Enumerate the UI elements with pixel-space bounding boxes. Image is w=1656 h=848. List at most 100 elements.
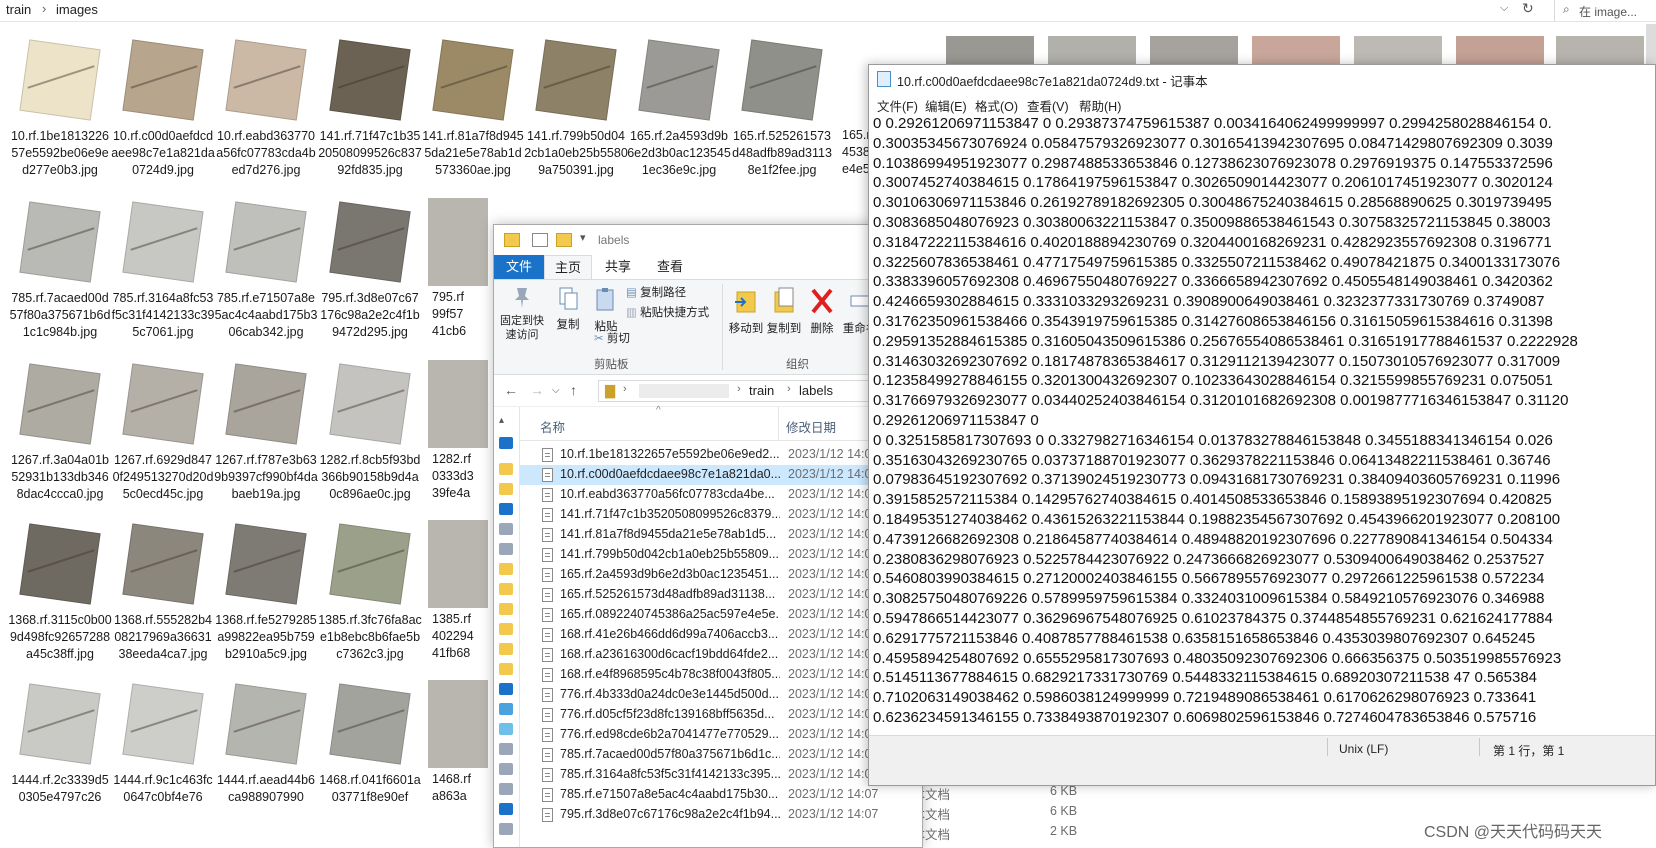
column-name[interactable]: 名称 bbox=[540, 417, 565, 436]
thumbnail-partial[interactable] bbox=[428, 680, 488, 768]
pin-quick-access-button[interactable]: 固定到快速访问 bbox=[498, 286, 546, 342]
address-dropdown-icon[interactable]: ⌵ bbox=[1500, 2, 1508, 15]
file-row[interactable]: 165.rf.0892240745386a25ac597e4e5e... 2023… bbox=[520, 605, 922, 625]
file-row[interactable]: 776.rf.4b333d0a24dc0e3e1445d500d... 2023/… bbox=[520, 685, 922, 705]
breadcrumb-labels[interactable]: labels bbox=[799, 383, 833, 398]
address-bar[interactable]: train › images ⌵ ↻ ⌕ 在 image... bbox=[0, 0, 1656, 22]
thumbnail-partial[interactable] bbox=[1354, 36, 1442, 66]
customize-toolbar-icon[interactable]: ▾ bbox=[580, 231, 586, 244]
folder-icon[interactable] bbox=[499, 663, 513, 675]
refresh-icon[interactable]: ↻ bbox=[1522, 0, 1534, 17]
paste-shortcut-button[interactable]: ▥ 粘贴快捷方式 bbox=[626, 304, 709, 320]
notepad-icon bbox=[877, 71, 891, 87]
documents-icon[interactable] bbox=[499, 783, 513, 795]
thumbnail-image bbox=[16, 198, 104, 286]
text-editor[interactable]: 0 0.29261206971153847 0 0.29387374759615… bbox=[873, 115, 1655, 735]
thumbnail-partial[interactable] bbox=[428, 520, 488, 608]
tab-view[interactable]: 查看 bbox=[646, 255, 694, 279]
thumbnail-partial[interactable] bbox=[1048, 36, 1136, 66]
search-box[interactable]: ⌕ 在 image... bbox=[1554, 0, 1656, 21]
thumbnail-partial[interactable] bbox=[428, 360, 488, 448]
download-icon[interactable] bbox=[499, 503, 513, 515]
forward-arrow-icon[interactable]: → bbox=[530, 382, 544, 398]
up-arrow-icon[interactable]: ↑ bbox=[570, 382, 577, 398]
properties-icon[interactable] bbox=[532, 233, 548, 247]
file-row[interactable]: 10.rf.eabd363770a56fc07783cda4be... 2023/… bbox=[520, 485, 922, 505]
delete-button[interactable]: 删除 bbox=[806, 286, 838, 336]
menu-view[interactable]: 查看(V) bbox=[1027, 96, 1069, 115]
thumbnail-partial[interactable] bbox=[428, 198, 488, 286]
thumbnail-partial[interactable] bbox=[1252, 36, 1340, 66]
copy-path-button[interactable]: ▤ 复制路径 bbox=[626, 284, 686, 300]
search-input[interactable]: 在 image... bbox=[1579, 3, 1637, 20]
text-line: 0.3225607836538461 0.47717549759615385 0… bbox=[873, 253, 1561, 271]
file-row[interactable]: 165.rf.525261573d48adfb89ad31138... 2023/… bbox=[520, 585, 922, 605]
breadcrumb-train[interactable]: train bbox=[749, 383, 774, 398]
download-icon[interactable] bbox=[499, 803, 513, 815]
paste-button[interactable]: 粘贴 bbox=[588, 286, 624, 334]
file-row[interactable]: 165.rf.2a4593d9b6e2d3b0ac1235451... 2023/… bbox=[520, 565, 922, 585]
music-icon[interactable] bbox=[499, 823, 513, 835]
text-line: 0.30825750480769226 0.5789959759615384 0… bbox=[873, 590, 1545, 608]
menu-edit[interactable]: 编辑(E) bbox=[925, 96, 967, 115]
menu-help[interactable]: 帮助(H) bbox=[1079, 96, 1121, 115]
new-folder-icon[interactable] bbox=[556, 233, 572, 247]
folder-icon[interactable] bbox=[499, 623, 513, 635]
documents-icon[interactable] bbox=[499, 523, 513, 535]
pictures-icon[interactable] bbox=[499, 763, 513, 775]
file-row[interactable]: 785.rf.e71507a8e5ac4c4aabd175b30... 2023/… bbox=[520, 785, 922, 805]
thumbnail-caption: 795.rf.3d8e07c67176c98a2e2c4f1b9472d295.… bbox=[320, 291, 420, 339]
menu-format[interactable]: 格式(O) bbox=[975, 96, 1018, 115]
file-row[interactable]: 168.rf.41e26b466dd6d99a7406accb3... 2023/… bbox=[520, 625, 922, 645]
text-line: 0.4595894254807692 0.6555295817307693 0.… bbox=[873, 649, 1562, 667]
tab-share[interactable]: 共享 bbox=[594, 255, 642, 279]
file-row[interactable]: 785.rf.7acaed00d57f80a375671b6d1c... 2023… bbox=[520, 745, 922, 765]
thumbnail-partial[interactable] bbox=[946, 36, 1034, 66]
cut-button[interactable]: ✂ 剪切 bbox=[594, 330, 630, 346]
file-row[interactable]: 795.rf.3d8e07c67176c98a2e2c4f1b94... 2023… bbox=[520, 805, 922, 825]
folder-icon[interactable] bbox=[499, 643, 513, 655]
thumbnail-partial[interactable] bbox=[1556, 36, 1644, 66]
thumbnail-caption: 785.rf.e71507a8e5ac4c4aabd175b306cab342.… bbox=[214, 291, 318, 339]
scrollbar[interactable] bbox=[1646, 24, 1656, 64]
copy-to-button[interactable]: 复制到 bbox=[766, 286, 802, 336]
file-row[interactable]: 785.rf.3164a8fc53f5c31f4142133c395... 202… bbox=[520, 765, 922, 785]
file-row[interactable]: 141.rf.81a7f8d9455da21e5e78ab1d5... 2023/… bbox=[520, 525, 922, 545]
onedrive-icon[interactable] bbox=[499, 683, 513, 695]
tab-home[interactable]: 主页 bbox=[544, 255, 592, 279]
video-icon[interactable] bbox=[499, 743, 513, 755]
thumbnail-image bbox=[635, 36, 723, 124]
pictures-icon[interactable] bbox=[499, 543, 513, 555]
3d-objects-icon[interactable] bbox=[499, 723, 513, 735]
window-title: 10.rf.c00d0aefdcdaee98c7e1a821da0724d9.t… bbox=[897, 75, 1208, 89]
file-row[interactable]: 776.rf.ed98cde6b2a7041477e770529... 2023/… bbox=[520, 725, 922, 745]
this-pc-icon[interactable] bbox=[499, 703, 513, 715]
file-row[interactable]: 168.rf.a23616300d6cacf19bdd64fde2... 2023… bbox=[520, 645, 922, 665]
menu-file[interactable]: 文件(F) bbox=[877, 96, 918, 115]
back-arrow-icon[interactable]: ← bbox=[504, 382, 518, 398]
file-row[interactable]: 141.rf.71f47c1b3520508099526c8379... 2023… bbox=[520, 505, 922, 525]
folder-icon[interactable] bbox=[499, 563, 513, 575]
recent-locations-icon[interactable]: ⌵ bbox=[552, 385, 560, 396]
column-date[interactable]: 修改日期 bbox=[786, 417, 836, 436]
file-row[interactable]: 10.rf.c00d0aefdcdaee98c7e1a821da0... 2023… bbox=[520, 465, 922, 485]
file-row[interactable]: 168.rf.e4f8968595c4b78c38f0043f805... 202… bbox=[520, 665, 922, 685]
folder-icon[interactable] bbox=[499, 603, 513, 615]
column-divider[interactable] bbox=[778, 407, 779, 441]
thumbnail-partial[interactable] bbox=[1150, 36, 1238, 66]
folder-icon[interactable] bbox=[499, 463, 513, 475]
tab-file[interactable]: 文件 bbox=[494, 255, 544, 279]
scroll-up-icon[interactable]: ▴ bbox=[499, 415, 513, 427]
breadcrumb-images[interactable]: images bbox=[56, 2, 98, 17]
quick-access-icon[interactable] bbox=[499, 437, 513, 449]
folder-icon[interactable] bbox=[499, 583, 513, 595]
move-to-button[interactable]: 移动到 bbox=[728, 286, 764, 336]
thumbnail-partial[interactable] bbox=[1456, 36, 1544, 66]
file-name: 776.rf.4b333d0a24dc0e3e1445d500d... bbox=[560, 687, 779, 701]
file-row[interactable]: 141.rf.799b50d042cb1a0eb25b55809... 2023/… bbox=[520, 545, 922, 565]
file-row[interactable]: 776.rf.d05cf5f23d8fc139168bff5635d... 202… bbox=[520, 705, 922, 725]
folder-icon[interactable] bbox=[499, 483, 513, 495]
copy-button[interactable]: 复制 bbox=[552, 286, 584, 332]
file-row[interactable]: 10.rf.1be181322657e5592be06e9ed2... 2023/… bbox=[520, 445, 922, 465]
breadcrumb-train[interactable]: train bbox=[6, 2, 31, 17]
